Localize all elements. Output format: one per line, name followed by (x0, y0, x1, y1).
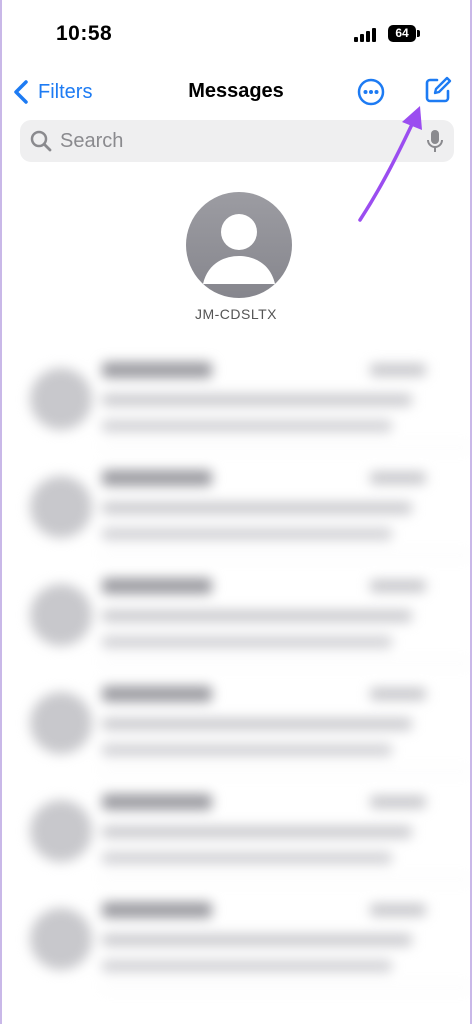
avatar (30, 368, 92, 430)
avatar (30, 584, 92, 646)
cellular-signal-icon (354, 28, 376, 42)
ellipsis-circle-icon[interactable] (357, 78, 385, 106)
divider (102, 987, 470, 988)
battery-indicator: 64 (388, 25, 416, 42)
list-item-preview (102, 826, 412, 838)
contact-name: JM-CDSLTX (194, 306, 278, 322)
list-item-preview (102, 960, 392, 972)
list-item[interactable] (2, 448, 470, 556)
list-item-preview (102, 934, 412, 946)
person-icon (203, 214, 275, 284)
battery-level: 64 (395, 26, 409, 40)
list-item-title (102, 362, 212, 378)
compose-icon[interactable] (424, 76, 452, 104)
phone-screen: 10:58 64 Filters Messages Search JM-CDSL… (0, 0, 472, 1024)
list-item-date (370, 688, 426, 700)
list-item-preview (102, 528, 392, 540)
list-item-preview (102, 610, 412, 622)
list-item[interactable] (2, 772, 470, 880)
search-icon (30, 130, 52, 152)
list-item[interactable] (2, 556, 470, 664)
list-item-preview (102, 394, 412, 406)
list-item-preview (102, 852, 392, 864)
list-item[interactable] (2, 664, 470, 772)
list-item-title (102, 902, 212, 918)
avatar (30, 476, 92, 538)
status-time: 10:58 (56, 22, 113, 45)
list-item-title (102, 470, 212, 486)
list-item-preview (102, 744, 392, 756)
contact-avatar[interactable] (186, 192, 292, 298)
list-item-date (370, 904, 426, 916)
navigation-bar: Filters Messages (2, 70, 470, 114)
battery-tip (417, 30, 420, 37)
list-item-preview (102, 502, 412, 514)
microphone-icon[interactable] (426, 129, 444, 154)
list-item-date (370, 472, 426, 484)
list-item-title (102, 794, 212, 810)
conversation-list (2, 340, 470, 988)
avatar (30, 692, 92, 754)
list-item-preview (102, 636, 392, 648)
list-item-preview (102, 718, 412, 730)
list-item-date (370, 580, 426, 592)
search-field[interactable]: Search (20, 120, 454, 162)
list-item-date (370, 796, 426, 808)
search-placeholder: Search (60, 129, 124, 152)
list-item-title (102, 578, 212, 594)
avatar (30, 800, 92, 862)
list-item-preview (102, 420, 392, 432)
avatar (30, 908, 92, 970)
list-item-date (370, 364, 426, 376)
list-item[interactable] (2, 340, 470, 448)
status-bar: 10:58 64 (2, 0, 470, 64)
list-item-title (102, 686, 212, 702)
page-title: Messages (188, 80, 284, 102)
list-item[interactable] (2, 880, 470, 988)
